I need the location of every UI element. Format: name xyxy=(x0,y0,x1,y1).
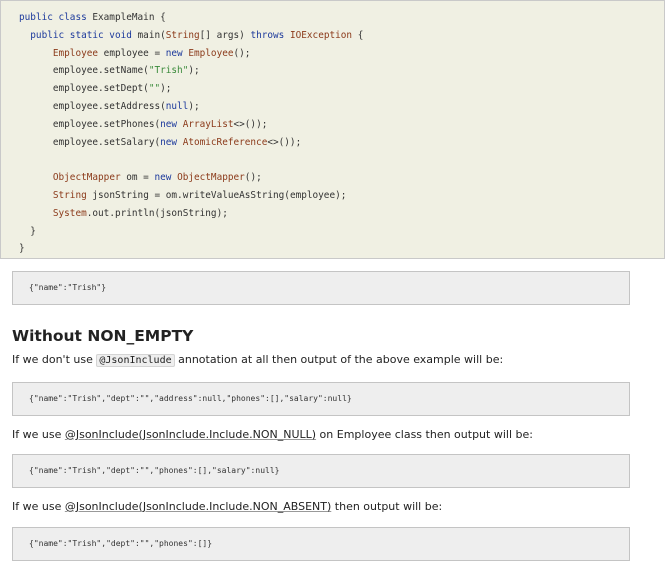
code-token: new xyxy=(160,136,183,148)
paragraph-text: annotation at all then output of the abo… xyxy=(174,353,504,366)
link-non-absent[interactable]: @JsonInclude(JsonInclude.Include.NON_ABS… xyxy=(65,500,331,513)
code-line: Employee employee = new Employee(); xyxy=(19,45,363,63)
code-token: om = xyxy=(120,172,155,184)
code-token: employee = xyxy=(98,47,166,59)
code-token: ); xyxy=(188,100,200,112)
output-block-3: {"name":"Trish","dept":"","phones":[],"s… xyxy=(12,454,630,488)
paragraph-text: If we use xyxy=(12,500,65,513)
code-line: String jsonString = om.writeValueAsStrin… xyxy=(19,187,363,205)
paragraph-text: If we use xyxy=(12,428,65,441)
code-line: employee.setAddress(null); xyxy=(19,98,363,116)
code-token: new xyxy=(160,118,183,130)
code-token: [] args) xyxy=(199,29,251,41)
code-token: new xyxy=(165,47,189,59)
code-token: { xyxy=(352,29,364,41)
code-line: } xyxy=(19,240,363,258)
code-token: null xyxy=(165,100,189,112)
code-token: "Trish" xyxy=(148,65,189,77)
code-token: ObjectMapper xyxy=(177,172,245,184)
code-token: } xyxy=(19,243,25,255)
link-non-null[interactable]: @JsonInclude(JsonInclude.Include.NON_NUL… xyxy=(65,428,316,441)
code-line: employee.setName("Trish"); xyxy=(19,62,363,80)
code-line: employee.setDept(""); xyxy=(19,80,363,98)
code-token: ArrayList xyxy=(182,118,234,130)
code-token: ); xyxy=(188,65,200,77)
paragraph-text: then output will be: xyxy=(331,500,443,513)
code-token: throws xyxy=(250,29,290,41)
paragraph-non-null: If we use @JsonInclude(JsonInclude.Inclu… xyxy=(12,428,533,441)
code-token: "" xyxy=(148,83,161,95)
code-line: } xyxy=(19,223,363,241)
code-token: employee.setSalary( xyxy=(19,136,161,148)
code-token: employee.setName( xyxy=(19,65,149,77)
code-line: ObjectMapper om = new ObjectMapper(); xyxy=(19,169,363,187)
code-token: AtomicReference xyxy=(182,136,268,148)
code-token: String xyxy=(52,189,87,201)
code-token: new xyxy=(154,172,178,184)
code-token: public class xyxy=(19,12,93,23)
code-token: public static void xyxy=(19,29,138,41)
code-block-main: public class ExampleMain { public static… xyxy=(0,0,665,259)
paragraph-text: on Employee class then output will be: xyxy=(316,428,533,441)
code-token: jsonString = om.writeValueAsString(emplo… xyxy=(86,189,347,201)
inline-code-jsoninclude: @JsonInclude xyxy=(96,354,175,367)
paragraph-text: If we don't use xyxy=(12,353,97,366)
code-token: Employee xyxy=(52,47,99,59)
output-block-1: {"name":"Trish"} xyxy=(12,271,630,305)
code-token: String xyxy=(165,29,200,41)
code-line: public class ExampleMain { xyxy=(19,9,363,27)
code-token: main( xyxy=(137,29,166,41)
code-token: .out.println(jsonString); xyxy=(86,207,228,219)
code-token: <>()); xyxy=(233,118,268,130)
code-token: Employee xyxy=(188,47,234,59)
code-token: IOException xyxy=(289,29,353,41)
code-token: ); xyxy=(160,83,172,95)
output-block-2: {"name":"Trish","dept":"","address":null… xyxy=(12,382,630,416)
section-heading: Without NON_EMPTY xyxy=(12,327,194,345)
code-token: System xyxy=(52,207,87,219)
code-token: <>()); xyxy=(267,136,302,148)
code-line: System.out.println(jsonString); xyxy=(19,205,363,223)
code-line: employee.setPhones(new ArrayList<>()); xyxy=(19,116,363,134)
code-listing: public class ExampleMain { public static… xyxy=(19,9,363,258)
paragraph-no-annotation: If we don't use @JsonInclude annotation … xyxy=(12,353,504,367)
code-line: public static void main(String[] args) t… xyxy=(19,27,363,45)
code-token: } xyxy=(19,225,36,237)
code-token: employee.setDept( xyxy=(19,83,149,95)
code-token: ExampleMain { xyxy=(92,12,166,23)
code-token: employee.setAddress( xyxy=(19,100,166,112)
output-block-4: {"name":"Trish","dept":"","phones":[]} xyxy=(12,527,630,561)
paragraph-non-absent: If we use @JsonInclude(JsonInclude.Inclu… xyxy=(12,500,442,513)
code-token: employee.setPhones( xyxy=(19,118,161,130)
code-token: (); xyxy=(233,47,251,59)
code-token: ObjectMapper xyxy=(52,172,121,184)
code-line: employee.setSalary(new AtomicReference<>… xyxy=(19,134,363,152)
code-token: (); xyxy=(244,172,262,184)
